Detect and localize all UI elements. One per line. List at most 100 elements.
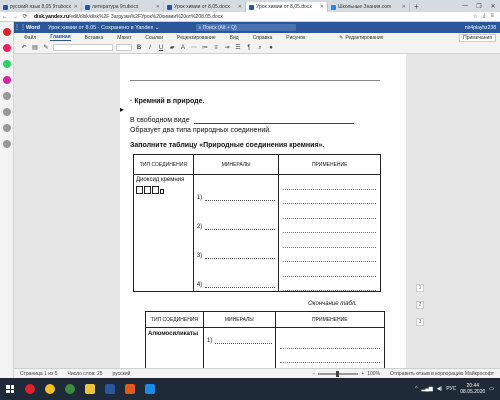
tab-picture[interactable]: Рисунок	[286, 35, 305, 41]
tab-help[interactable]: Справка	[253, 35, 273, 41]
settings-icon[interactable]	[2, 140, 11, 148]
messenger-icon[interactable]	[2, 44, 11, 52]
chevron-up-icon[interactable]: ^	[415, 386, 417, 392]
clock-icon[interactable]	[2, 124, 11, 132]
tab-view[interactable]: Вид	[230, 35, 239, 41]
application-cell[interactable]	[278, 174, 381, 292]
minerals-cell[interactable]: 1)	[202, 327, 276, 368]
close-icon[interactable]: ✕	[156, 4, 160, 10]
tab-file[interactable]: Файл	[24, 35, 36, 41]
instagram-icon[interactable]	[2, 76, 11, 84]
tab-review[interactable]: Рецензирование	[177, 35, 216, 41]
bullets-icon[interactable]: ≔	[201, 44, 209, 52]
taskbar-app-media[interactable]	[120, 378, 140, 400]
document-page[interactable]: ▸ · Кремний в природе. В свободном виде О…	[120, 54, 406, 368]
feedback-link[interactable]: Отправить отзыв в корпорацию Майкрософт	[390, 371, 494, 377]
formula-boxes[interactable]	[136, 186, 191, 194]
indent-icon[interactable]: ⇥	[223, 44, 231, 52]
tab-label: Школьные Знания.com	[338, 4, 392, 10]
opera-icon[interactable]	[2, 28, 11, 36]
comments-button[interactable]: Примечания	[459, 33, 496, 42]
menu-icon[interactable]: ≡	[490, 13, 494, 20]
bookmark-icon[interactable]: ☆	[472, 13, 477, 20]
taskbar-app-chrome[interactable]	[60, 378, 80, 400]
styles-icon[interactable]: ¶	[245, 44, 253, 52]
browser-tab[interactable]: Урок химии от 8,05.docx ✕	[164, 2, 246, 12]
zoom-slider[interactable]	[318, 370, 359, 377]
user-account[interactable]: nir4playhz238	[465, 25, 500, 31]
format-painter-icon[interactable]: ✎	[42, 44, 50, 52]
application-cell[interactable]	[274, 327, 386, 368]
italic-icon[interactable]: I	[146, 44, 154, 52]
back-icon[interactable]: ←	[0, 14, 10, 20]
close-window-button[interactable]: ✕	[486, 3, 500, 10]
undo-icon[interactable]: ↶	[20, 44, 28, 52]
browser-tab[interactable]: литература 9тubocx ✕	[82, 2, 164, 12]
app-launcher-icon[interactable]: ⋮⋮	[14, 24, 26, 31]
close-icon[interactable]: ✕	[320, 4, 324, 10]
find-icon[interactable]: ⌕	[256, 44, 264, 52]
volume-icon[interactable]: ◀)	[437, 386, 443, 392]
close-icon[interactable]: ✕	[238, 4, 242, 10]
close-icon[interactable]: ✕	[402, 4, 406, 10]
bold-icon[interactable]: B	[135, 44, 143, 52]
url-host: disk.yandex.ru	[34, 13, 70, 20]
font-color-icon[interactable]: A	[179, 44, 187, 52]
page-widget[interactable]: 3	[416, 318, 424, 326]
font-name-field[interactable]	[53, 44, 113, 51]
word-count[interactable]: Число слов: 25	[67, 371, 102, 377]
whatsapp-icon[interactable]	[2, 60, 11, 68]
reload-icon[interactable]: ⟳	[20, 13, 30, 20]
notifications-icon[interactable]: ▭	[489, 386, 494, 392]
znanija-icon	[331, 4, 336, 10]
page-count[interactable]: Страница 1 из 5	[20, 371, 57, 377]
taskbar-app-explorer[interactable]	[80, 378, 100, 400]
network-icon[interactable]: ▂▄▆	[421, 386, 432, 392]
taskbar-app-store[interactable]	[140, 378, 160, 400]
browser-tab-active[interactable]: Урок химии от 8,05.docx ✕	[246, 2, 328, 12]
zoom-in-icon[interactable]: +	[361, 371, 364, 377]
browser-tab[interactable]: русский язык 8,05 9тubocx ✕	[0, 2, 82, 12]
close-icon[interactable]: ✕	[74, 4, 78, 10]
download-icon[interactable]: ⤓	[483, 13, 486, 20]
more-icon[interactable]: ⋯	[190, 44, 198, 52]
page-widget[interactable]: 1	[416, 284, 424, 292]
forward-icon[interactable]: →	[10, 14, 20, 20]
document-title[interactable]: Урок химии от 8.05 · Сохранено в Yandex …	[48, 25, 160, 31]
editing-mode-label: Редактирование	[345, 34, 384, 41]
browser-tab[interactable]: Школьные Знания.com ✕	[328, 2, 410, 12]
tab-references[interactable]: Ссылки	[145, 35, 163, 41]
taskbar-app-opera[interactable]	[20, 378, 40, 400]
language[interactable]: русский	[113, 371, 131, 377]
table-header: ПРИМЕНЕНИЕ	[274, 311, 386, 328]
zoom-out-icon[interactable]: −	[312, 371, 315, 377]
url-field[interactable]: disk.yandex.ru/edit/disk/disk%2F Загрузк…	[34, 14, 472, 20]
clipboard-icon[interactable]: ▤	[31, 44, 39, 52]
table-cell: Алюмосиликаты	[145, 327, 204, 368]
underline-icon[interactable]: U	[157, 44, 165, 52]
minimize-button[interactable]: —	[458, 3, 472, 10]
taskbar-app-yandex[interactable]	[40, 378, 60, 400]
heart-icon[interactable]	[2, 108, 11, 116]
start-button[interactable]	[0, 378, 20, 400]
tab-layout[interactable]: Макет	[117, 35, 131, 41]
search-input[interactable]: ⌕ Поиск (Alt + Q)	[195, 24, 296, 31]
dictate-icon[interactable]: ●	[267, 44, 275, 52]
maximize-button[interactable]: ❐	[472, 3, 486, 10]
tab-insert[interactable]: Вставка	[85, 35, 104, 41]
editing-mode-button[interactable]: ✎ Редактирование	[339, 35, 383, 41]
tab-home[interactable]: Главная	[50, 34, 71, 41]
align-icon[interactable]: ☰	[234, 44, 242, 52]
font-size-field[interactable]	[116, 44, 132, 51]
compound-type: Диоксид кремния	[136, 177, 185, 183]
clock[interactable]: 20:44 08.05.2020	[460, 383, 485, 395]
answer-blank[interactable]	[193, 117, 354, 124]
highlight-icon[interactable]: ▰	[168, 44, 176, 52]
input-language[interactable]: РУС	[446, 386, 456, 392]
new-tab-button[interactable]: +	[410, 2, 423, 11]
history-icon[interactable]	[2, 92, 11, 100]
numbering-icon[interactable]: ≡	[212, 44, 220, 52]
page-widget[interactable]: 2	[416, 301, 424, 309]
minerals-cell[interactable]: 1) 2) 3) 4)	[192, 174, 280, 292]
taskbar-app-word[interactable]	[100, 378, 120, 400]
